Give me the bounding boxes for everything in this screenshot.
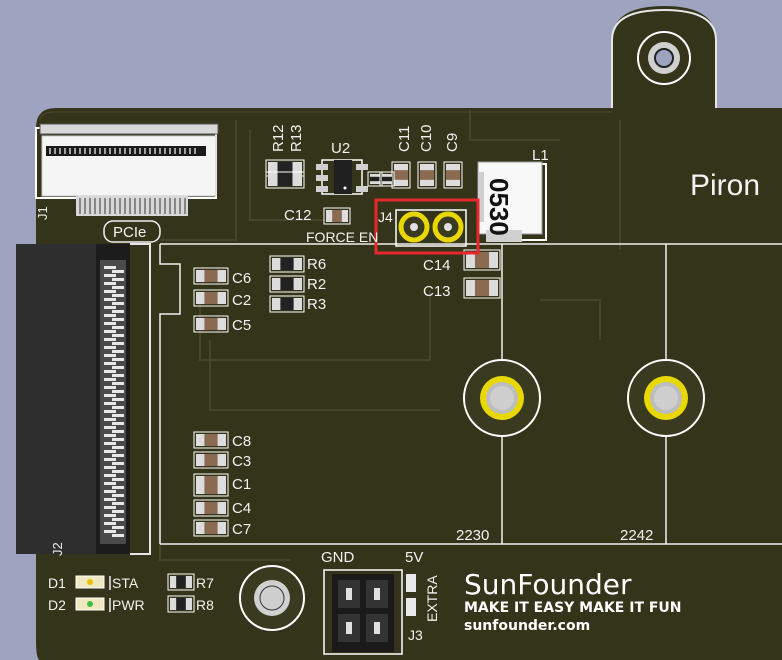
ref-u2: U2 xyxy=(331,140,350,157)
brand-name: SunFounder xyxy=(464,568,632,601)
brand-url: sunfounder.com xyxy=(464,618,590,634)
ref-d2: D2 xyxy=(48,597,66,613)
ref-r2: R2 xyxy=(307,276,326,293)
ref-c5: C5 xyxy=(232,317,251,334)
pcb-canvas: 0530 Piron L1 U2 R12 R13 C11 C10 C9 C12 … xyxy=(16,6,782,660)
ref-j1: J1 xyxy=(35,206,50,220)
ref-c8: C8 xyxy=(232,433,251,450)
size-label-2242: 2242 xyxy=(620,527,653,544)
ref-c11: C11 xyxy=(396,126,413,152)
ref-c3: C3 xyxy=(232,453,251,470)
ref-c14: C14 xyxy=(423,257,451,274)
ref-c2: C2 xyxy=(232,292,251,309)
ref-j2: J2 xyxy=(50,542,65,556)
ref-c13: C13 xyxy=(423,283,451,300)
ref-c1: C1 xyxy=(232,476,251,493)
ref-j4: J4 xyxy=(378,209,393,225)
ref-c7: C7 xyxy=(232,521,251,538)
pcb-viewer: 0530 Piron L1 U2 R12 R13 C11 C10 C9 C12 … xyxy=(0,0,782,660)
ref-r7: R7 xyxy=(196,575,214,591)
ref-c6: C6 xyxy=(232,270,251,287)
ref-r6: R6 xyxy=(307,256,326,273)
l1-inductor: 0530 xyxy=(477,161,547,242)
mounting-hole-bottom xyxy=(239,565,305,631)
force-en-label: FORCE EN xyxy=(306,229,378,245)
ref-c4: C4 xyxy=(232,500,251,517)
standoff-hole-2242 xyxy=(627,359,705,437)
size-label-2230: 2230 xyxy=(456,527,489,544)
standoff-hole-2230 xyxy=(463,359,541,437)
ref-l1: L1 xyxy=(532,147,549,164)
gnd-label: GND xyxy=(321,549,355,566)
ref-c12: C12 xyxy=(284,207,312,224)
pcie-m2-connector xyxy=(16,243,151,555)
ref-r8: R8 xyxy=(196,597,214,613)
board-title: Piron xyxy=(690,169,760,202)
ref-d1: D1 xyxy=(48,575,66,591)
5v-label: 5V xyxy=(405,549,423,566)
ref-r12: R12 xyxy=(270,124,287,152)
led-pwr-label: PWR xyxy=(112,597,145,613)
ref-c9: C9 xyxy=(444,133,461,152)
brand-tagline: MAKE IT EASY MAKE IT FUN xyxy=(464,600,682,616)
extra-label: EXTRA xyxy=(424,575,440,622)
l1-marking: 0530 xyxy=(484,178,514,236)
ref-r3: R3 xyxy=(307,296,326,313)
led-sta-label: STA xyxy=(112,575,139,591)
j3-header xyxy=(323,569,416,655)
ref-r13: R13 xyxy=(288,124,305,152)
pcie-label: PCIe xyxy=(113,224,146,241)
ref-c10: C10 xyxy=(418,124,435,152)
ref-j3: J3 xyxy=(408,627,423,643)
